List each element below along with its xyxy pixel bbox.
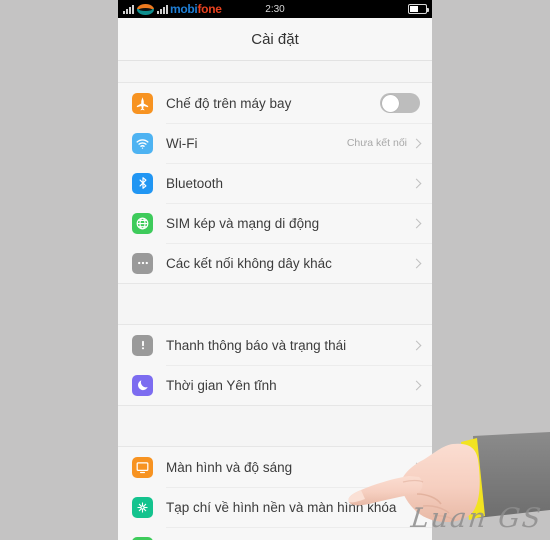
sidebar-item-label: Thanh thông báo và trạng thái bbox=[166, 337, 347, 353]
watermark: Luan GS bbox=[408, 503, 544, 534]
moon-icon bbox=[132, 374, 153, 396]
row-control[interactable] bbox=[380, 93, 420, 113]
wifi-icon bbox=[132, 132, 153, 154]
chevron-right-icon bbox=[411, 258, 422, 268]
row-control[interactable]: Chưa kết nối bbox=[346, 137, 422, 149]
status-bar: mobifone 2:30 bbox=[118, 0, 432, 18]
sidebar-item-label: Wi-Fi bbox=[166, 135, 198, 151]
sidebar-item-label: Màn hình và độ sáng bbox=[166, 459, 293, 475]
chevron-right-icon bbox=[411, 340, 422, 350]
title-bar: Cài đặt bbox=[118, 18, 432, 61]
battery-half-icon bbox=[408, 4, 429, 14]
sidebar-item-label: Bluetooth bbox=[166, 175, 224, 191]
row-control[interactable] bbox=[411, 218, 422, 228]
chevron-right-icon bbox=[411, 138, 422, 148]
row-control[interactable] bbox=[411, 258, 422, 268]
sidebar-item-quiet-time[interactable]: Thời gian Yên tĩnh bbox=[118, 365, 432, 405]
monitor-icon bbox=[132, 456, 153, 478]
sidebar-item-label: Các kết nối không dây khác bbox=[166, 255, 332, 271]
airplane-icon bbox=[132, 92, 153, 114]
settings-group-notifications: Thanh thông báo và trạng thái Thời gian … bbox=[118, 324, 432, 406]
sidebar-item-label: SIM kép và mạng di động bbox=[166, 215, 320, 231]
sidebar-item-bluetooth[interactable]: Bluetooth bbox=[118, 163, 432, 203]
sidebar-item-label: Thời gian Yên tĩnh bbox=[166, 377, 277, 393]
sidebar-item-dual-sim-mobile-network[interactable]: SIM kép và mạng di động bbox=[118, 203, 432, 243]
sidebar-item-wifi[interactable]: Wi-Fi Chưa kết nối bbox=[118, 123, 432, 163]
sidebar-item-label: Chế độ trên máy bay bbox=[166, 95, 292, 111]
top-spacer bbox=[118, 61, 432, 82]
ellipsis-icon bbox=[132, 252, 153, 274]
chevron-right-icon bbox=[411, 218, 422, 228]
sidebar-item-airplane-mode[interactable]: Chế độ trên máy bay bbox=[118, 83, 432, 123]
row-control[interactable] bbox=[411, 178, 422, 188]
status-bar-clock: 2:30 bbox=[265, 3, 285, 15]
wifi-status-value: Chưa kết nối bbox=[346, 137, 407, 149]
row-control[interactable] bbox=[411, 340, 422, 350]
chevron-right-icon bbox=[411, 178, 422, 188]
flower-icon bbox=[132, 496, 153, 518]
globe-icon bbox=[132, 212, 153, 234]
sound-icon bbox=[132, 536, 153, 540]
airplane-mode-toggle[interactable] bbox=[380, 93, 420, 113]
row-control[interactable] bbox=[411, 380, 422, 390]
sidebar-item-other-wireless-connections[interactable]: Các kết nối không dây khác bbox=[118, 243, 432, 283]
chevron-right-icon bbox=[411, 380, 422, 390]
page-title: Cài đặt bbox=[251, 30, 299, 48]
group-gap-1 bbox=[118, 284, 432, 324]
settings-group-connections: Chế độ trên máy bay Wi-Fi Chưa kết nối B… bbox=[118, 82, 432, 284]
exclamation-icon bbox=[132, 334, 153, 356]
bluetooth-icon bbox=[132, 172, 153, 194]
sidebar-item-notification-status-bar[interactable]: Thanh thông báo và trạng thái bbox=[118, 325, 432, 365]
